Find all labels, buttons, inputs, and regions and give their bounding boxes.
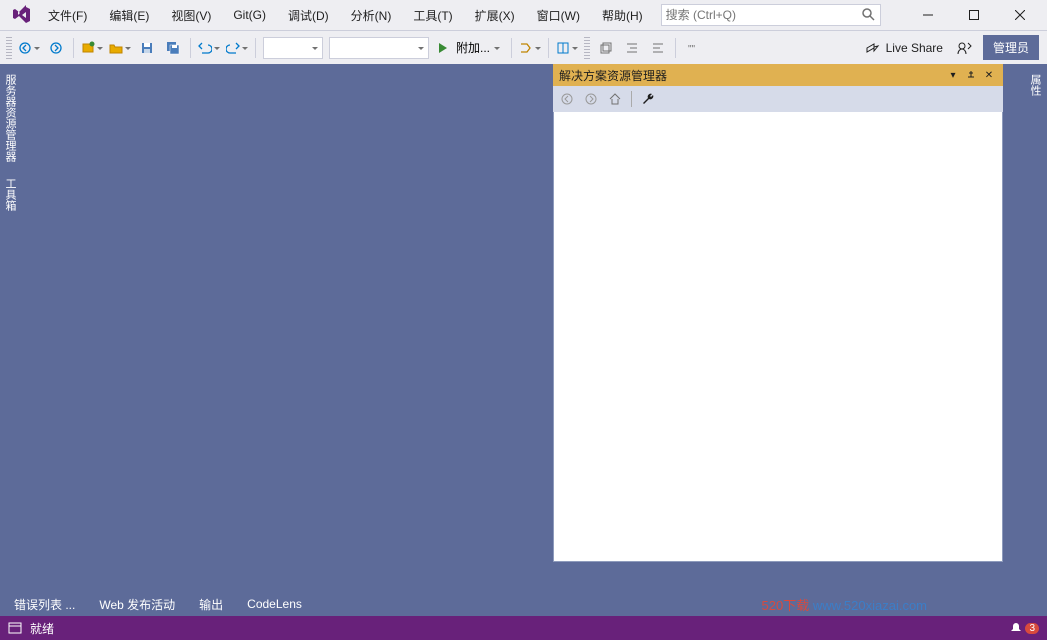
nav-back-button[interactable]	[16, 36, 42, 60]
notification-button[interactable]: 3	[1009, 621, 1039, 635]
layout-button[interactable]	[554, 36, 580, 60]
svg-text:"": ""	[688, 44, 696, 55]
menu-file[interactable]: 文件(F)	[40, 3, 95, 28]
watermark: 520下载 www.520xiazai.com	[762, 595, 927, 614]
home-icon[interactable]	[605, 89, 625, 109]
panel-forward-icon[interactable]	[581, 89, 601, 109]
tab-error-list[interactable]: 错误列表 ...	[8, 592, 81, 617]
panel-close-icon[interactable]: ✕	[981, 67, 997, 83]
pin-icon[interactable]	[963, 67, 979, 83]
menu-tools[interactable]: 工具(T)	[405, 3, 460, 28]
close-button[interactable]	[997, 0, 1043, 30]
tab-toolbox[interactable]: 工具箱	[0, 172, 22, 217]
share-icon	[864, 40, 880, 56]
status-text: 就绪	[30, 620, 54, 637]
search-icon[interactable]	[861, 7, 876, 23]
step-button[interactable]	[517, 36, 543, 60]
right-sidebar: 属性	[1025, 64, 1047, 592]
admin-button[interactable]: 管理员	[983, 35, 1039, 60]
vs-logo-icon	[10, 3, 34, 27]
menu-window[interactable]: 窗口(W)	[529, 3, 588, 28]
nav-forward-button[interactable]	[44, 36, 68, 60]
bell-icon	[1009, 621, 1023, 635]
solution-explorer-toolbar	[553, 86, 1003, 112]
solution-explorer-title[interactable]: 解决方案资源管理器 ▾ ✕	[553, 64, 1003, 86]
save-all-button[interactable]	[161, 36, 185, 60]
menu-help[interactable]: 帮助(H)	[594, 3, 651, 28]
config-combo[interactable]	[263, 37, 323, 59]
panel-back-icon[interactable]	[557, 89, 577, 109]
play-icon	[439, 43, 452, 53]
search-box[interactable]	[661, 4, 881, 26]
tab-output[interactable]: 输出	[193, 592, 229, 617]
menu-view[interactable]: 视图(V)	[163, 3, 219, 28]
tab-web-publish[interactable]: Web 发布活动	[93, 592, 181, 617]
statusbar: 就绪 3	[0, 616, 1047, 640]
editor-area: 解决方案资源管理器 ▾ ✕	[22, 64, 1025, 592]
workarea: 服务器资源管理器 工具箱 解决方案资源管理器 ▾ ✕ 属性	[0, 64, 1047, 592]
solution-explorer-body[interactable]	[553, 112, 1003, 562]
toolbar-grip-2[interactable]	[584, 37, 590, 59]
menu-debug[interactable]: 调试(D)	[280, 3, 337, 28]
liveshare-button[interactable]: Live Share	[856, 40, 951, 56]
maximize-button[interactable]	[951, 0, 997, 30]
open-file-button[interactable]	[107, 36, 133, 60]
menu-extensions[interactable]: 扩展(X)	[467, 3, 523, 28]
window-icon	[8, 622, 22, 634]
save-button[interactable]	[135, 36, 159, 60]
window-controls	[905, 0, 1043, 30]
undo-button[interactable]	[196, 36, 222, 60]
start-debug-button[interactable]: 附加...	[433, 36, 506, 60]
indent-button[interactable]	[620, 36, 644, 60]
tab-properties[interactable]: 属性	[1025, 68, 1047, 102]
panel-title-text: 解决方案资源管理器	[559, 67, 667, 84]
redo-button[interactable]	[224, 36, 250, 60]
wrench-icon[interactable]	[638, 89, 658, 109]
toolbar-grip[interactable]	[6, 37, 12, 59]
outdent-button[interactable]	[646, 36, 670, 60]
toolbar: 附加... "" Live Share 管理员	[0, 30, 1047, 64]
panel-dropdown-icon[interactable]: ▾	[945, 67, 961, 83]
platform-combo[interactable]	[329, 37, 429, 59]
new-project-button[interactable]	[79, 36, 105, 60]
notification-count: 3	[1025, 623, 1039, 634]
solution-explorer-panel: 解决方案资源管理器 ▾ ✕	[553, 64, 1003, 562]
menu-edit[interactable]: 编辑(E)	[101, 3, 157, 28]
feedback-button[interactable]	[953, 36, 977, 60]
menubar: 文件(F) 编辑(E) 视图(V) Git(G) 调试(D) 分析(N) 工具(…	[0, 0, 1047, 30]
copy-button[interactable]	[594, 36, 618, 60]
attach-label: 附加...	[456, 39, 490, 56]
left-sidebar: 服务器资源管理器 工具箱	[0, 64, 22, 592]
menu-analyze[interactable]: 分析(N)	[343, 3, 400, 28]
tab-server-explorer[interactable]: 服务器资源管理器	[0, 68, 22, 168]
comment-button[interactable]: ""	[681, 36, 705, 60]
search-input[interactable]	[666, 8, 861, 22]
menu-git[interactable]: Git(G)	[225, 4, 274, 26]
minimize-button[interactable]	[905, 0, 951, 30]
liveshare-label: Live Share	[886, 41, 943, 55]
tab-codelens[interactable]: CodeLens	[241, 593, 308, 615]
